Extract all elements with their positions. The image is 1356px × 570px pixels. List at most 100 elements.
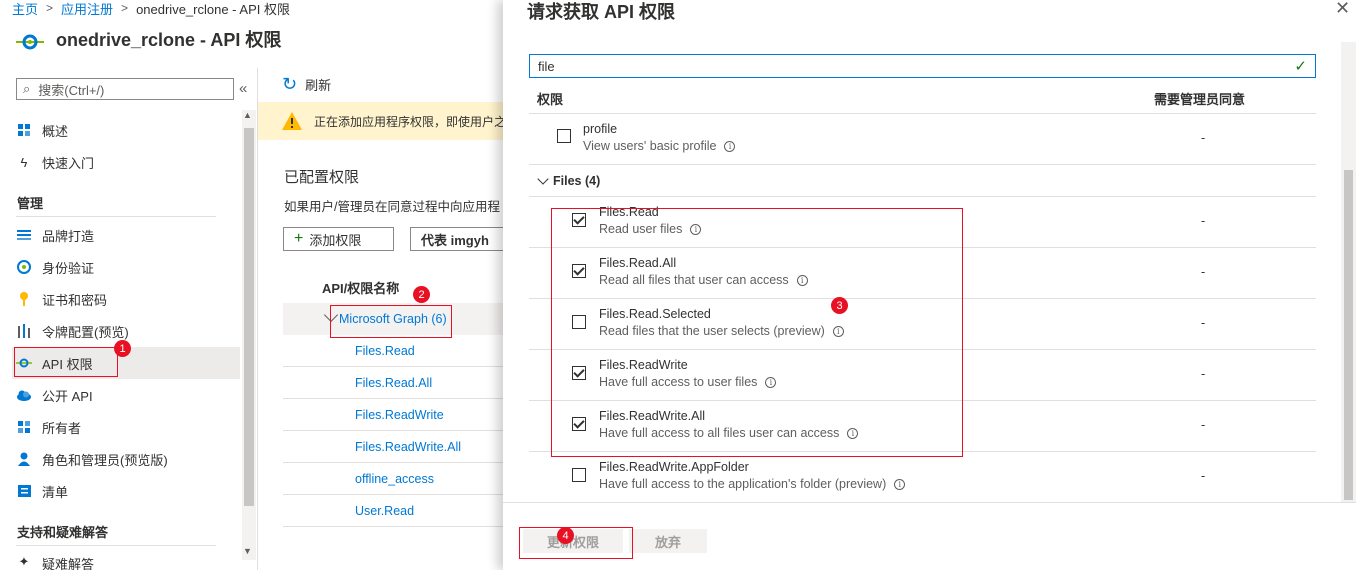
files-group-toggle[interactable]: Files (4): [537, 173, 601, 188]
request-api-permissions-panel: 请求获取 API 权限 ✕ file ✓ 权限 需要管理员同意 profile …: [503, 0, 1356, 570]
nav-item-label: 角色和管理员(预览版): [42, 452, 168, 468]
permission-filter-input[interactable]: file ✓: [529, 54, 1316, 78]
nav-item-manifest[interactable]: 清单: [12, 475, 240, 507]
scroll-down-icon[interactable]: ▼: [243, 546, 252, 556]
nav-item-label: 快速入门: [42, 155, 95, 171]
annotation-box: [330, 305, 452, 338]
configured-permissions-title: 已配置权限: [284, 169, 360, 186]
files-readwrite-appfolder-checkbox[interactable]: [572, 468, 586, 482]
info-icon[interactable]: i: [724, 140, 736, 152]
nav-item-authentication[interactable]: 身份验证: [12, 251, 240, 283]
branding-icon: [16, 227, 32, 243]
refresh-button[interactable]: ↻ 刷新: [282, 74, 331, 95]
panel-title: 请求获取 API 权限: [527, 2, 676, 22]
info-icon[interactable]: i: [894, 478, 906, 490]
breadcrumb-home-link[interactable]: 主页: [12, 0, 38, 18]
nav-item-quickstart[interactable]: ϟ 快速入门: [12, 146, 240, 178]
annotation-box: [519, 527, 633, 559]
nav-item-troubleshooting[interactable]: ✦ 疑难解答: [12, 550, 240, 570]
chevron-right-icon: >: [46, 1, 54, 15]
permission-description: View users' basic profile i: [583, 139, 736, 153]
annotation-box: [14, 347, 118, 377]
breadcrumb-current: onedrive_rclone - API 权限: [136, 1, 290, 17]
admin-consent-value: -: [1201, 265, 1206, 279]
nav-divider: [16, 216, 216, 217]
key-icon: [16, 291, 32, 307]
plus-icon: +: [294, 230, 304, 247]
nav-item-label: 令牌配置(预览): [42, 324, 129, 340]
chevron-down-icon: [537, 173, 549, 185]
page-title: onedrive_rclone - API 权限: [56, 30, 282, 50]
collapse-nav-icon[interactable]: «: [239, 80, 247, 97]
nav-item-label: 疑难解答: [42, 557, 95, 570]
authentication-icon: [16, 259, 32, 275]
breadcrumb: 主页 > 应用注册 > onedrive_rclone - API 权限: [12, 0, 290, 18]
close-icon[interactable]: ✕: [1335, 0, 1350, 19]
warning-banner: 正在添加应用程序权限，即使用户之: [258, 102, 508, 140]
nav-item-owners[interactable]: 所有者: [12, 411, 240, 443]
permission-column-header: 权限: [537, 92, 564, 107]
chevron-right-icon: >: [121, 1, 129, 15]
nav-item-overview[interactable]: 概述: [12, 114, 240, 146]
admin-consent-value: -: [1201, 418, 1206, 432]
checkmark-icon: ✓: [1294, 58, 1307, 75]
permission-link[interactable]: Files.ReadWrite.All: [355, 440, 461, 454]
panel-scrollbar-thumb[interactable]: [1344, 170, 1353, 500]
nav-item-label: 概述: [42, 123, 69, 139]
nav-item-certificates[interactable]: 证书和密码: [12, 283, 240, 315]
nav-scrollbar-thumb[interactable]: [244, 128, 254, 506]
roles-icon: [16, 451, 32, 467]
row-divider: [529, 164, 1316, 165]
breadcrumb-app-registrations-link[interactable]: 应用注册: [61, 0, 113, 18]
warning-icon: [282, 112, 302, 130]
lightning-icon: ϟ: [20, 154, 28, 170]
permission-row: Files.Read.All: [283, 367, 503, 399]
nav-item-label: 身份验证: [42, 260, 95, 276]
permission-name: profile: [583, 122, 618, 136]
annotation-box: [551, 208, 963, 457]
grid-icon: [16, 122, 32, 138]
grant-admin-consent-button[interactable]: 代表 imgyh: [410, 227, 510, 251]
admin-consent-column-header: 需要管理员同意: [1154, 92, 1246, 107]
admin-consent-value: -: [1201, 316, 1206, 330]
nav-item-expose-api[interactable]: 公开 API: [12, 379, 240, 411]
vertical-divider: [257, 68, 258, 570]
nav-item-label: 证书和密码: [42, 292, 108, 308]
panel-scrollbar[interactable]: [1341, 42, 1356, 502]
profile-checkbox[interactable]: [557, 129, 571, 143]
refresh-icon: ↻: [282, 74, 298, 94]
permission-link[interactable]: Files.ReadWrite: [355, 408, 444, 422]
scroll-up-icon[interactable]: ▲: [243, 110, 252, 120]
permission-link[interactable]: Files.Read.All: [355, 376, 432, 390]
app-registration-icon: [16, 34, 44, 50]
nav-item-roles-admins[interactable]: 角色和管理员(预览版): [12, 443, 240, 475]
grant-label: 代表 imgyh: [421, 232, 489, 248]
nav-scrollbar[interactable]: ▲ ▼: [242, 110, 256, 560]
configured-permissions-description: 如果用户/管理员在同意过程中向应用程: [284, 200, 500, 214]
permission-description: Have full access to the application's fo…: [599, 477, 906, 491]
annotation-badge: 1: [114, 340, 131, 357]
nav-item-label: 清单: [42, 484, 69, 500]
permission-description-text: View users' basic profile: [583, 139, 717, 153]
admin-consent-value: -: [1201, 469, 1206, 483]
permission-link[interactable]: User.Read: [355, 504, 414, 518]
footer-divider: [503, 502, 1356, 503]
owners-icon: [16, 419, 32, 435]
nav-search-input[interactable]: ⌕ 搜索(Ctrl+/): [16, 78, 234, 100]
permission-name: Files.ReadWrite.AppFolder: [599, 460, 749, 474]
permission-row: Files.ReadWrite.All: [283, 431, 503, 463]
permission-row: offline_access: [283, 463, 503, 495]
permission-link[interactable]: offline_access: [355, 472, 434, 486]
permission-row: Files.Read: [283, 335, 503, 367]
nav-item-label: 所有者: [42, 420, 82, 436]
api-permission-column-header: API/权限名称: [322, 281, 400, 296]
permission-link[interactable]: Files.Read: [355, 344, 415, 358]
files-group-label: Files (4): [553, 174, 601, 188]
discard-button[interactable]: 放弃: [629, 529, 707, 553]
add-permission-button[interactable]: + 添加权限: [283, 227, 394, 251]
warning-text: 正在添加应用程序权限，即使用户之: [314, 114, 507, 129]
nav-section-manage: 管理: [17, 196, 44, 211]
troubleshoot-icon: ✦: [18, 554, 30, 569]
filter-value: file: [538, 58, 555, 74]
nav-item-branding[interactable]: 品牌打造: [12, 219, 240, 251]
